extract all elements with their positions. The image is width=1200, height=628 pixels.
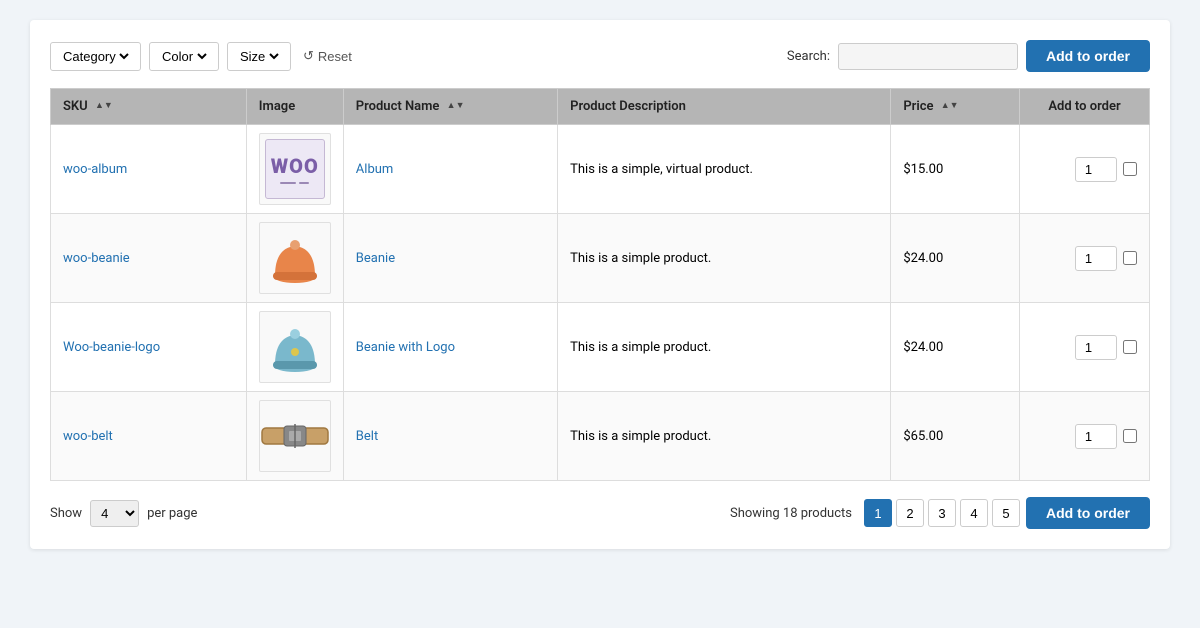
add-to-order-cell [1020,392,1150,481]
name-cell: Beanie [343,214,557,303]
add-row-checkbox[interactable] [1123,251,1137,265]
add-to-order-cell [1020,303,1150,392]
name-cell: Beanie with Logo [343,303,557,392]
search-label: Search: [787,49,830,64]
page-button-4[interactable]: 4 [960,499,988,527]
size-filter[interactable]: Size [227,42,291,71]
sku-link[interactable]: woo-belt [63,429,113,444]
main-container: Category Color Size ↺ Reset Search: Add … [30,20,1170,549]
products-table: SKU ▲▼ Image Product Name ▲▼ Product Des… [50,88,1150,481]
color-filter[interactable]: Color [149,42,219,71]
product-name-link[interactable]: Belt [356,429,378,444]
add-row-checkbox[interactable] [1123,162,1137,176]
quantity-input[interactable] [1075,246,1117,271]
per-page-text: per page [147,506,197,521]
page-buttons: 12345 [864,499,1020,527]
size-select[interactable]: Size [236,48,282,65]
search-area: Search: [787,43,1018,70]
category-select[interactable]: Category [59,48,132,65]
sku-link[interactable]: woo-album [63,162,127,177]
sort-arrows-sku: ▲▼ [95,102,113,111]
col-header-add: Add to order [1020,89,1150,125]
table-row: woo-belt Belt This is a simple product.$6… [51,392,1150,481]
sku-link[interactable]: Woo-beanie-logo [63,340,160,355]
price-cell: $15.00 [891,125,1020,214]
show-label: Show [50,506,82,521]
add-row-checkbox[interactable] [1123,340,1137,354]
page-button-2[interactable]: 2 [896,499,924,527]
add-to-order-button-top[interactable]: Add to order [1026,40,1150,72]
col-header-image: Image [246,89,343,125]
showing-text: Showing 18 products [730,506,852,521]
name-cell: Album [343,125,557,214]
category-filter[interactable]: Category [50,42,141,71]
reset-icon: ↺ [303,48,314,64]
sku-cell: woo-beanie [51,214,247,303]
reset-button[interactable]: ↺ Reset [303,48,352,64]
color-select[interactable]: Color [158,48,210,65]
col-header-price[interactable]: Price ▲▼ [891,89,1020,125]
add-row-checkbox[interactable] [1123,429,1137,443]
table-header-row: SKU ▲▼ Image Product Name ▲▼ Product Des… [51,89,1150,125]
price-cell: $65.00 [891,392,1020,481]
product-name-link[interactable]: Beanie with Logo [356,340,455,355]
col-header-description: Product Description [558,89,891,125]
sort-arrows-price: ▲▼ [941,102,959,111]
product-name-link[interactable]: Album [356,162,394,177]
search-input[interactable] [838,43,1018,70]
table-row: woo-album WOO Album This is a simple, vir… [51,125,1150,214]
price-cell: $24.00 [891,303,1020,392]
quantity-input[interactable] [1075,157,1117,182]
image-cell [246,214,343,303]
page-button-5[interactable]: 5 [992,499,1020,527]
sku-cell: woo-album [51,125,247,214]
description-cell: This is a simple product. [558,214,891,303]
footer: Show 481632 per page Showing 18 products… [50,497,1150,529]
product-name-link[interactable]: Beanie [356,251,395,266]
image-cell [246,392,343,481]
page-button-3[interactable]: 3 [928,499,956,527]
table-row: woo-beanie Beanie This is a simple produc… [51,214,1150,303]
page-button-1[interactable]: 1 [864,499,892,527]
col-header-sku[interactable]: SKU ▲▼ [51,89,247,125]
description-cell: This is a simple product. [558,303,891,392]
quantity-input[interactable] [1075,335,1117,360]
add-to-order-button-bottom[interactable]: Add to order [1026,497,1150,529]
toolbar: Category Color Size ↺ Reset Search: Add … [50,40,1150,72]
description-cell: This is a simple, virtual product. [558,125,891,214]
name-cell: Belt [343,392,557,481]
price-cell: $24.00 [891,214,1020,303]
per-page-select[interactable]: 481632 [90,500,139,527]
quantity-input[interactable] [1075,424,1117,449]
sort-arrows-name: ▲▼ [447,102,465,111]
pagination-area: Showing 18 products 12345 Add to order [730,497,1150,529]
add-to-order-cell [1020,214,1150,303]
description-cell: This is a simple product. [558,392,891,481]
reset-label: Reset [318,49,352,64]
image-cell: WOO [246,125,343,214]
col-header-name[interactable]: Product Name ▲▼ [343,89,557,125]
table-row: Woo-beanie-logo Beanie with Logo This is … [51,303,1150,392]
add-to-order-cell [1020,125,1150,214]
sku-cell: woo-belt [51,392,247,481]
sku-cell: Woo-beanie-logo [51,303,247,392]
sku-link[interactable]: woo-beanie [63,251,130,266]
image-cell [246,303,343,392]
